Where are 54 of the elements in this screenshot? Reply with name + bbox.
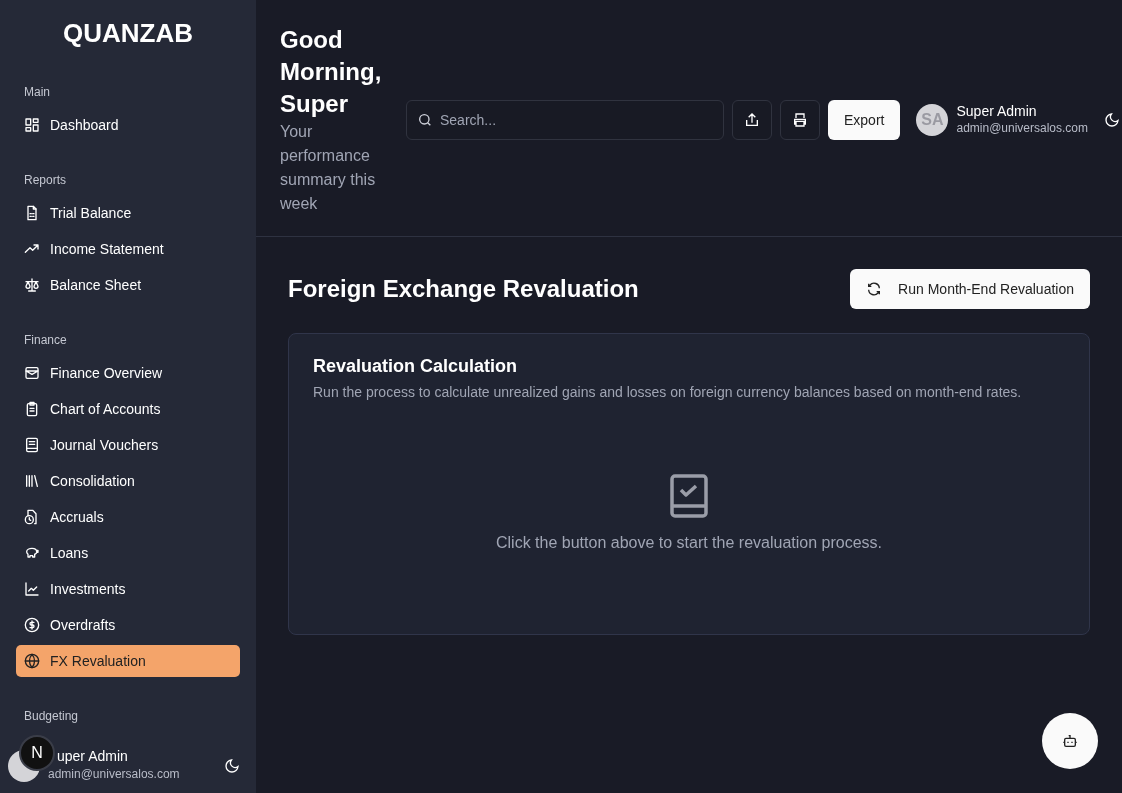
floating-badge[interactable]: N xyxy=(19,735,55,771)
empty-message: Click the button above to start the revaluation process. xyxy=(496,532,882,553)
assistant-button[interactable] xyxy=(1042,713,1098,769)
upload-icon xyxy=(744,112,760,128)
piggy-bank-icon xyxy=(24,545,40,561)
refresh-icon xyxy=(866,281,883,297)
sidebar-item[interactable]: Finance Overview xyxy=(16,357,240,389)
run-revaluation-button[interactable]: Run Month-End Revaluation xyxy=(850,269,1090,309)
grid-icon xyxy=(24,117,40,133)
sidebar-item[interactable]: Loans xyxy=(16,537,240,569)
robot-icon xyxy=(1062,733,1078,749)
notebook-icon xyxy=(24,437,40,453)
file-clock-icon xyxy=(24,509,40,525)
user-name: uper Admin xyxy=(57,748,129,765)
printer-icon xyxy=(792,112,808,128)
user-name: Super Admin xyxy=(956,102,1038,120)
page-title: Foreign Exchange Revaluation xyxy=(288,274,639,304)
section-title: Budgeting xyxy=(23,708,79,725)
section-title: Main xyxy=(23,84,50,101)
sidebar-item[interactable]: FX Revaluation xyxy=(16,645,240,677)
sidebar-item[interactable]: Journal Vouchers xyxy=(16,429,240,461)
subtitle: Your performance summary this week xyxy=(280,122,377,214)
print-button[interactable] xyxy=(780,100,820,140)
card-title: Revaluation Calculation xyxy=(313,356,519,378)
line-chart-icon xyxy=(24,581,40,597)
sidebar-item[interactable]: Investments xyxy=(16,573,240,605)
sidebar-item[interactable]: Consolidation xyxy=(16,465,240,497)
moon-icon[interactable] xyxy=(224,757,240,774)
logo: QUANZAB xyxy=(62,17,194,50)
share-button[interactable] xyxy=(732,100,772,140)
scale-icon xyxy=(24,277,40,293)
document-icon xyxy=(24,205,40,221)
user-email: admin@universalos.com xyxy=(956,120,1089,138)
clipboard-icon xyxy=(24,401,40,417)
card-description: Run the process to calculate unrealized gains and losses on foreign currency balances based on month-end rates. xyxy=(313,382,1023,402)
wallet-icon xyxy=(24,365,40,381)
moon-icon[interactable] xyxy=(1104,112,1121,128)
dollar-circle-icon xyxy=(24,617,40,633)
sidebar-item[interactable]: Trial Balance xyxy=(16,197,240,229)
sidebar-item[interactable]: Balance Sheet xyxy=(16,269,240,301)
book-check-icon xyxy=(669,472,709,519)
sidebar-item[interactable]: Chart of Accounts xyxy=(16,393,240,425)
greeting: Good Morning, Super xyxy=(280,25,383,119)
library-icon xyxy=(24,473,40,489)
avatar: SA xyxy=(916,104,949,136)
search-field[interactable]: Search... xyxy=(406,100,724,140)
section-title: Reports xyxy=(23,172,67,189)
export-button[interactable]: Export xyxy=(828,100,901,140)
sidebar-item[interactable]: Accruals xyxy=(16,501,240,533)
sidebar-item[interactable]: Dashboard xyxy=(16,109,240,141)
sidebar-item[interactable]: Income Statement xyxy=(16,233,240,265)
sidebar-item[interactable]: Overdrafts xyxy=(16,609,240,641)
section-title: Finance xyxy=(23,332,67,349)
globe-icon xyxy=(24,653,40,669)
